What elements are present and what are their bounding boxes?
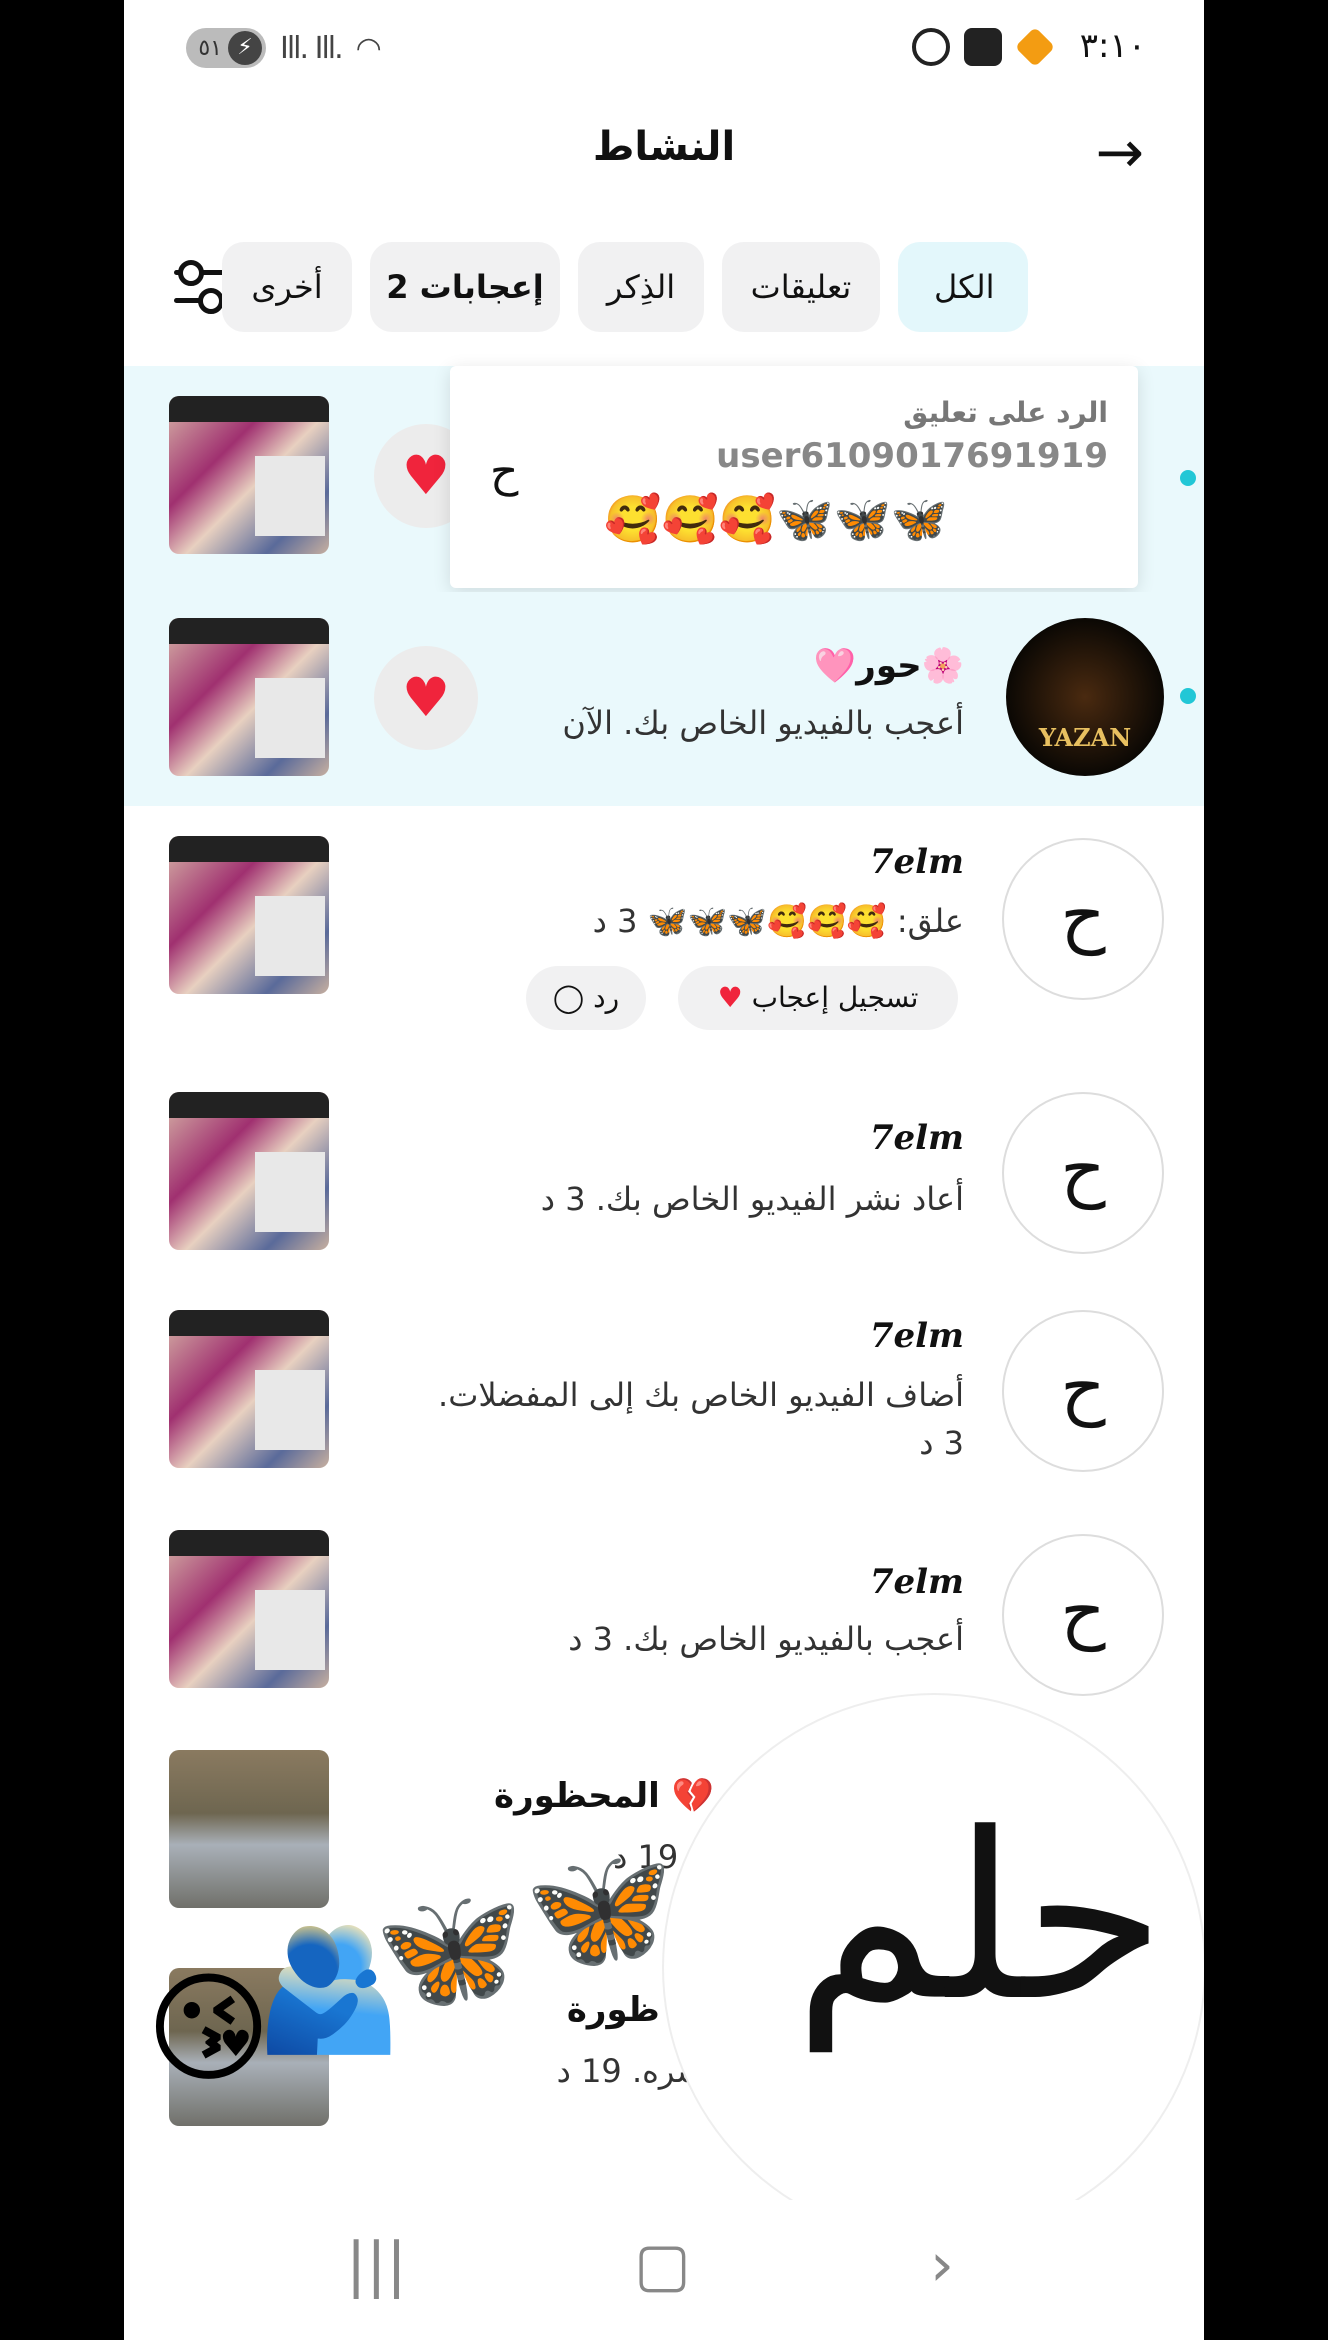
- chat-bubble-icon: ◯: [552, 981, 585, 1014]
- page-title: النشاط: [592, 124, 736, 170]
- avatar[interactable]: ح: [1002, 838, 1164, 1000]
- reply-button-label: رد: [593, 981, 620, 1014]
- tab-likes[interactable]: إعجابات 2: [370, 242, 560, 332]
- charging-icon: ⚡: [228, 31, 262, 65]
- avatar[interactable]: ح: [1002, 1534, 1164, 1696]
- activity-text: أضاف الفيديو الخاص بك إلى المفضلات.: [438, 1376, 964, 1414]
- user-name[interactable]: 7elm: [870, 842, 964, 882]
- video-thumbnail[interactable]: [169, 1092, 329, 1250]
- like-button-label: تسجيل إعجاب: [751, 981, 919, 1014]
- avatar[interactable]: YAZAN: [1006, 618, 1164, 776]
- home-icon[interactable]: ▢: [634, 2230, 691, 2300]
- kiss-emoji: 😘: [146, 1960, 272, 2099]
- recent-apps-icon[interactable]: |||: [346, 2230, 407, 2300]
- user-name[interactable]: 7elm: [870, 1118, 964, 1158]
- video-thumbnail[interactable]: [169, 1310, 329, 1468]
- phone-screen: ٥١ ⚡ Ill. Ill. ◠ ٣:١٠ النشاط → أخرى إعجا…: [124, 0, 1204, 2340]
- unread-dot: [1180, 470, 1196, 486]
- activity-text: أعجب بالفيديو الخاص بك. 3 د: [568, 1620, 964, 1658]
- list-item[interactable]: 7elm أعاد نشر الفيديو الخاص بك. 3 د ح: [124, 1066, 1204, 1284]
- app-notification-icon: [1014, 26, 1056, 68]
- activity-text: نشره. 19 د: [556, 2052, 714, 2090]
- list-item[interactable]: ♥ 🩷حور🌸 أعجب بالفيديو الخاص بك. الآن YAZ…: [124, 592, 1204, 806]
- youtube-icon: [964, 28, 1002, 66]
- list-item[interactable]: 7elm علق: 🥰🥰🥰🦋🦋🦋 3 د ♥ تسجيل إعجاب ◯ رد …: [124, 806, 1204, 1066]
- battery-level: ٥١: [198, 35, 222, 61]
- wifi-icon: ◠: [355, 30, 382, 66]
- tab-mentions[interactable]: الذِكر: [578, 242, 704, 332]
- reply-emojis: 🥰🥰🥰🦋🦋🦋: [604, 492, 948, 546]
- video-thumbnail[interactable]: [169, 1750, 329, 1908]
- user-name[interactable]: 🩷حور🌸: [814, 646, 964, 686]
- whatsapp-icon: [912, 28, 950, 66]
- list-item[interactable]: 7elm أعجب بالفيديو الخاص بك. 3 د ح: [124, 1504, 1204, 1722]
- user-name[interactable]: 7elm: [870, 1562, 964, 1602]
- video-thumbnail[interactable]: [169, 618, 329, 776]
- comment-text: علق: 🥰🥰🥰🦋🦋🦋 3 د: [592, 902, 964, 940]
- status-left: ٥١ ⚡ Ill. Ill. ◠: [186, 28, 382, 68]
- unread-dot: [1180, 688, 1196, 704]
- reply-label: الرد على تعليق: [903, 396, 1108, 429]
- reply-button[interactable]: ◯ رد: [526, 966, 646, 1030]
- activity-text: أعجب بالفيديو الخاص بك. الآن: [562, 704, 964, 742]
- tab-other[interactable]: أخرى: [222, 242, 352, 332]
- heart-icon: ♥: [717, 981, 743, 1014]
- video-thumbnail[interactable]: [169, 1530, 329, 1688]
- page-header: النشاط →: [124, 100, 1204, 200]
- reply-username: user6109017691919: [716, 436, 1108, 476]
- user-name[interactable]: المحظورة 💔: [494, 1776, 714, 1816]
- status-bar: ٥١ ⚡ Ill. Ill. ◠ ٣:١٠: [124, 0, 1204, 100]
- calligraphy-avatar: ح: [490, 446, 520, 497]
- list-item[interactable]: 7elm أضاف الفيديو الخاص بك إلى المفضلات.…: [124, 1284, 1204, 1504]
- tab-all[interactable]: الكل: [898, 242, 1028, 332]
- reply-preview-card: الرد على تعليق user6109017691919 🥰🥰🥰🦋🦋🦋 …: [450, 366, 1138, 588]
- calligraphy-sticker: حلم: [664, 1695, 1204, 2240]
- filter-tabs: أخرى إعجابات 2 الذِكر تعليقات الكل: [124, 242, 1204, 332]
- video-thumbnail[interactable]: [169, 396, 329, 554]
- avatar[interactable]: ح: [1002, 1310, 1164, 1472]
- video-thumbnail[interactable]: [169, 836, 329, 994]
- avatar[interactable]: ح: [1002, 1092, 1164, 1254]
- like-comment-button[interactable]: ♥ تسجيل إعجاب: [678, 966, 958, 1030]
- user-name[interactable]: 7elm: [870, 1316, 964, 1356]
- avatar-label: YAZAN: [1038, 723, 1132, 752]
- activity-text: أعاد نشر الفيديو الخاص بك. 3 د: [540, 1180, 964, 1218]
- battery-indicator: ٥١ ⚡: [186, 28, 266, 68]
- butterfly-emoji: 🦋: [524, 1840, 674, 1979]
- activity-time: 3 د: [919, 1424, 964, 1462]
- system-nav-bar: ||| ▢ ›: [124, 2200, 1204, 2340]
- calligraphy-text: حلم: [794, 1785, 1166, 2052]
- arrow-right-icon[interactable]: →: [1095, 118, 1144, 186]
- notification-icons: [912, 26, 1056, 68]
- butterfly-emoji: 🦋: [374, 1880, 524, 2019]
- clock: ٣:١٠: [1079, 26, 1146, 66]
- back-icon[interactable]: ›: [930, 2230, 954, 2300]
- signal-icon: Ill. Ill.: [280, 30, 344, 66]
- tab-comments[interactable]: تعليقات: [722, 242, 880, 332]
